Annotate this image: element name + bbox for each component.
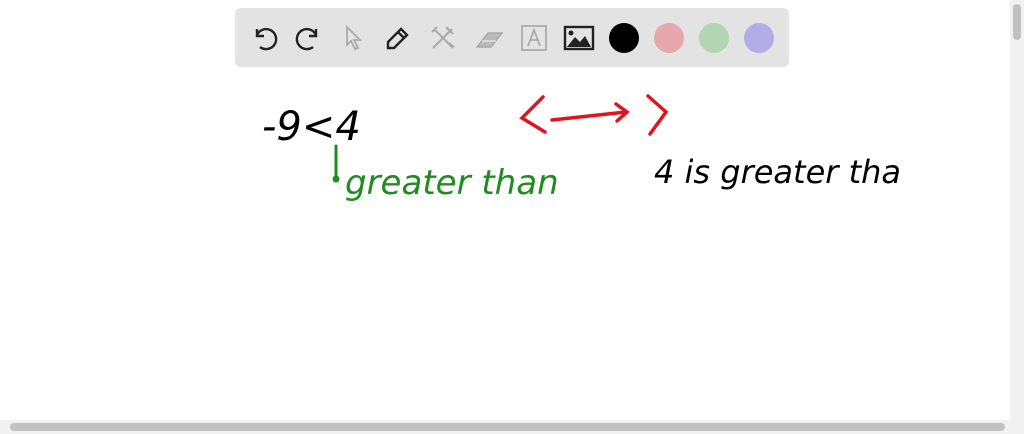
green-note: greater than bbox=[345, 163, 559, 203]
black-note: 4 is greater tha bbox=[654, 153, 901, 191]
red-symbols bbox=[519, 94, 669, 136]
vertical-scrollbar[interactable] bbox=[1010, 0, 1024, 420]
whiteboard-canvas[interactable]: -9<4 greater than 4 is greater tha bbox=[0, 0, 1010, 420]
green-down-arrow bbox=[332, 144, 340, 183]
horizontal-scrollbar[interactable] bbox=[0, 420, 1024, 434]
horizontal-scroll-thumb[interactable] bbox=[10, 423, 1005, 431]
expression-text: -9<4 bbox=[262, 104, 361, 150]
vertical-scroll-thumb[interactable] bbox=[1013, 4, 1021, 40]
